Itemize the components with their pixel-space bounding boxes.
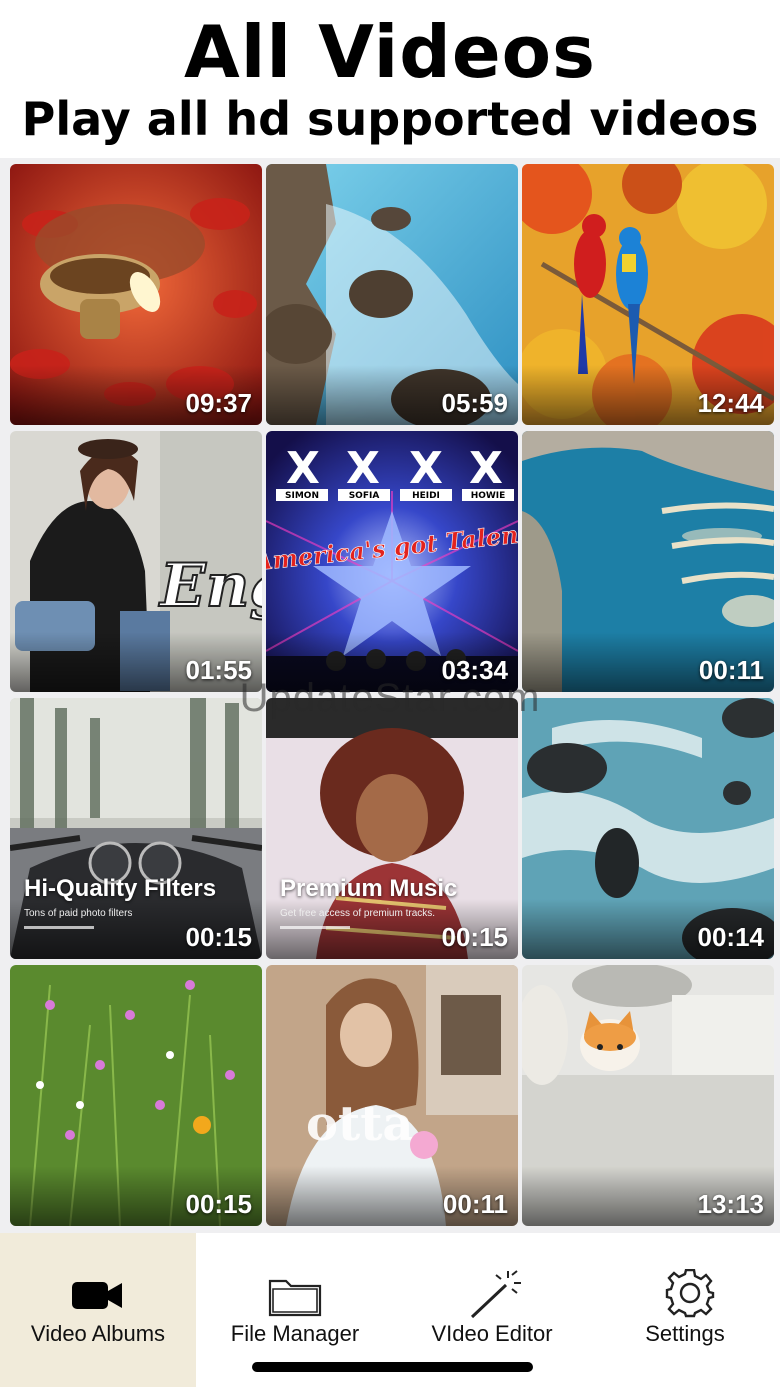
video-grid-area[interactable]: 09:37 05:59 12:44 En 01:55 X X X X SIMON… (0, 158, 780, 1233)
video-tile[interactable]: 13:13 (522, 965, 774, 1226)
video-duration: 00:11 (698, 655, 764, 685)
video-tile[interactable]: 05:59 (266, 164, 518, 425)
judge-label: HEIDI (412, 491, 440, 501)
video-tile[interactable]: Hi-Quality Filters Tons of paid photo fi… (10, 698, 262, 959)
video-tile[interactable]: 09:37 (10, 164, 262, 425)
video-duration: 03:34 (441, 655, 509, 685)
video-duration: 01:55 (185, 655, 253, 685)
page-header: All Videos Play all hd supported videos (0, 0, 780, 158)
video-duration: 00:15 (185, 922, 253, 952)
video-camera-icon (0, 1269, 196, 1319)
video-tile[interactable]: Premium Music Get free access of premium… (266, 698, 518, 959)
tab-label: Video Albums (30, 1321, 166, 1346)
video-tile[interactable]: 00:11 (522, 431, 774, 692)
svg-text:X: X (286, 443, 320, 494)
judge-label: HOWIE (471, 491, 506, 501)
video-duration: 05:59 (441, 388, 509, 418)
svg-text:X: X (346, 443, 380, 494)
video-tile[interactable]: 12:44 (522, 164, 774, 425)
video-duration: 00:15 (185, 1189, 253, 1219)
video-tile[interactable]: Eng 01:55 (10, 431, 262, 692)
video-duration: 00:14 (697, 922, 765, 952)
video-tile[interactable]: X X X X SIMON SOFIA HEIDI HOWIE America'… (266, 431, 518, 692)
tab-video-albums[interactable]: Video Albums (0, 1233, 196, 1387)
thumbnail-overlay-title: Premium Music (280, 875, 458, 902)
page-title: All Videos (184, 10, 596, 94)
video-tile[interactable]: 00:15 (10, 965, 262, 1226)
gear-icon (590, 1268, 780, 1319)
thumbnail-overlay-subtitle: Tons of paid photo filters (24, 908, 133, 919)
thumbnail-caption: otta (306, 1096, 413, 1152)
svg-text:X: X (409, 443, 443, 494)
thumbnail-overlay-title: Hi-Quality Filters (24, 875, 217, 902)
folder-icon (196, 1269, 394, 1319)
judge-label: SOFIA (349, 491, 380, 501)
tab-settings[interactable]: Settings (590, 1233, 780, 1387)
page-subtitle: Play all hd supported videos (21, 92, 759, 146)
video-duration: 00:15 (441, 922, 509, 952)
judge-label: SIMON (285, 491, 319, 501)
video-duration: 09:37 (185, 388, 253, 418)
thumbnail-caption: Eng (158, 551, 262, 621)
home-indicator[interactable] (252, 1362, 533, 1372)
thumbnail-overlay-subtitle: Get free access of premium tracks. (280, 908, 436, 919)
tab-label: Settings (645, 1321, 725, 1346)
tab-label: VIdeo Editor (431, 1321, 553, 1346)
video-duration: 00:11 (442, 1189, 508, 1219)
video-duration: 12:44 (697, 388, 765, 418)
magic-wand-icon (394, 1269, 590, 1319)
video-grid: 09:37 05:59 12:44 En 01:55 X X X X SIMON… (10, 164, 774, 1226)
tab-label: File Manager (230, 1321, 360, 1346)
video-tile[interactable]: 00:14 (522, 698, 774, 959)
video-tile[interactable]: otta 00:11 (266, 965, 518, 1226)
video-duration: 13:13 (697, 1189, 765, 1219)
svg-text:X: X (469, 443, 503, 494)
